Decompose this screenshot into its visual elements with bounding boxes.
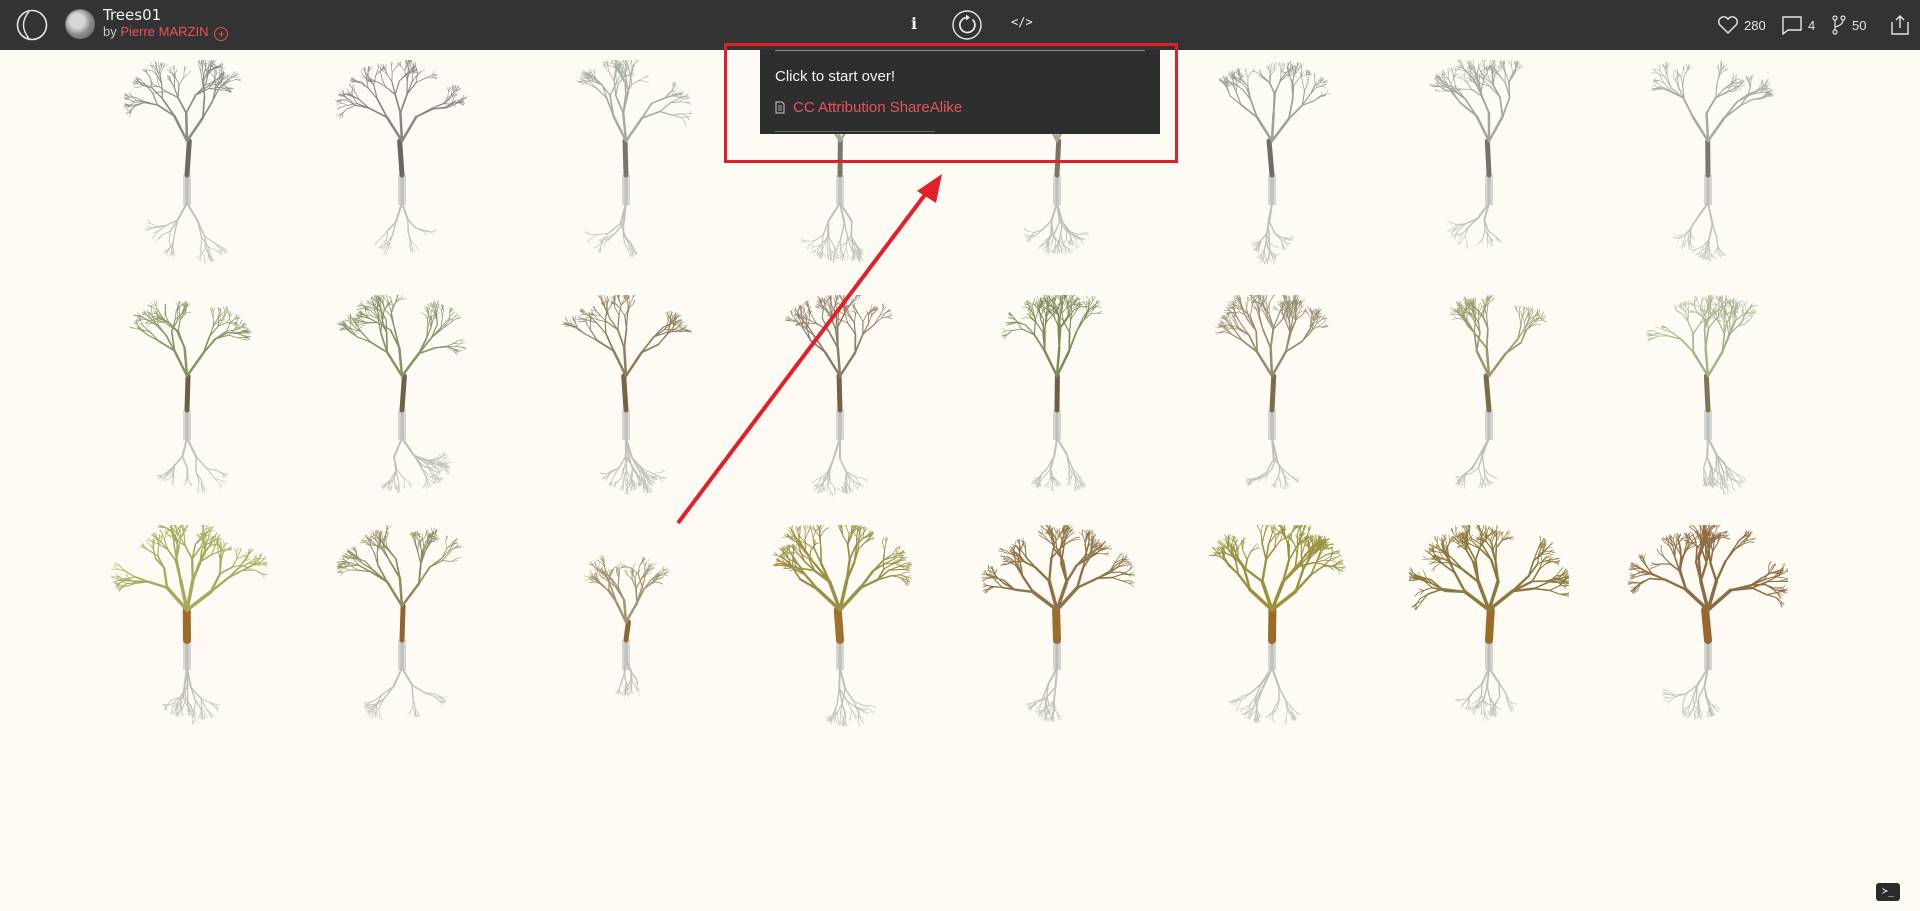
forks-stat[interactable]: 50 [1831,14,1866,36]
annotation-highlight-box [724,43,1178,163]
tree-23 [1409,525,1569,722]
tree-24 [1628,525,1788,721]
follow-button[interactable]: + [214,27,229,41]
tree-13 [1000,295,1103,492]
tree-8 [1651,60,1774,263]
tree-12 [784,295,893,498]
tree-20 [772,525,913,727]
share-icon[interactable] [1889,14,1911,36]
tree-6 [1218,60,1331,265]
tree-16 [1646,295,1758,496]
info-icon[interactable]: i [911,14,917,33]
tree-19 [584,554,670,698]
sketch-canvas[interactable] [0,50,1920,911]
tree-18 [336,525,463,721]
tree-21 [981,525,1136,723]
comment-icon [1782,16,1802,35]
comments-count: 4 [1808,17,1816,33]
page-title: Trees01 [103,6,162,24]
by-prefix: by [103,24,117,39]
byline: by Pierre MARZIN + [103,24,229,41]
code-icon[interactable]: </> [1011,15,1033,29]
tree-7 [1429,60,1524,249]
console-button[interactable]: ≻_ [1876,883,1900,901]
tree-2 [335,60,468,255]
avatar[interactable] [65,9,95,39]
logo-icon[interactable] [13,9,51,41]
title-block: Trees01 by Pierre MARZIN + [103,6,229,41]
tree-10 [337,295,467,494]
tree-9 [129,300,252,495]
restart-icon[interactable] [951,9,983,41]
comments-stat[interactable]: 4 [1781,14,1815,36]
author-link[interactable]: Pierre MARZIN [120,24,208,39]
forks-count: 50 [1852,17,1867,33]
fork-icon [1832,15,1846,35]
tree-14 [1215,295,1329,490]
tree-1 [123,60,242,264]
tree-15 [1449,295,1547,489]
likes-stat[interactable]: 280 [1717,14,1766,36]
tree-22 [1209,525,1346,725]
tree-17 [110,525,267,725]
likes-count: 280 [1744,17,1766,33]
tree-11 [561,295,692,495]
heart-icon [1718,16,1738,34]
tree-3 [576,60,693,258]
